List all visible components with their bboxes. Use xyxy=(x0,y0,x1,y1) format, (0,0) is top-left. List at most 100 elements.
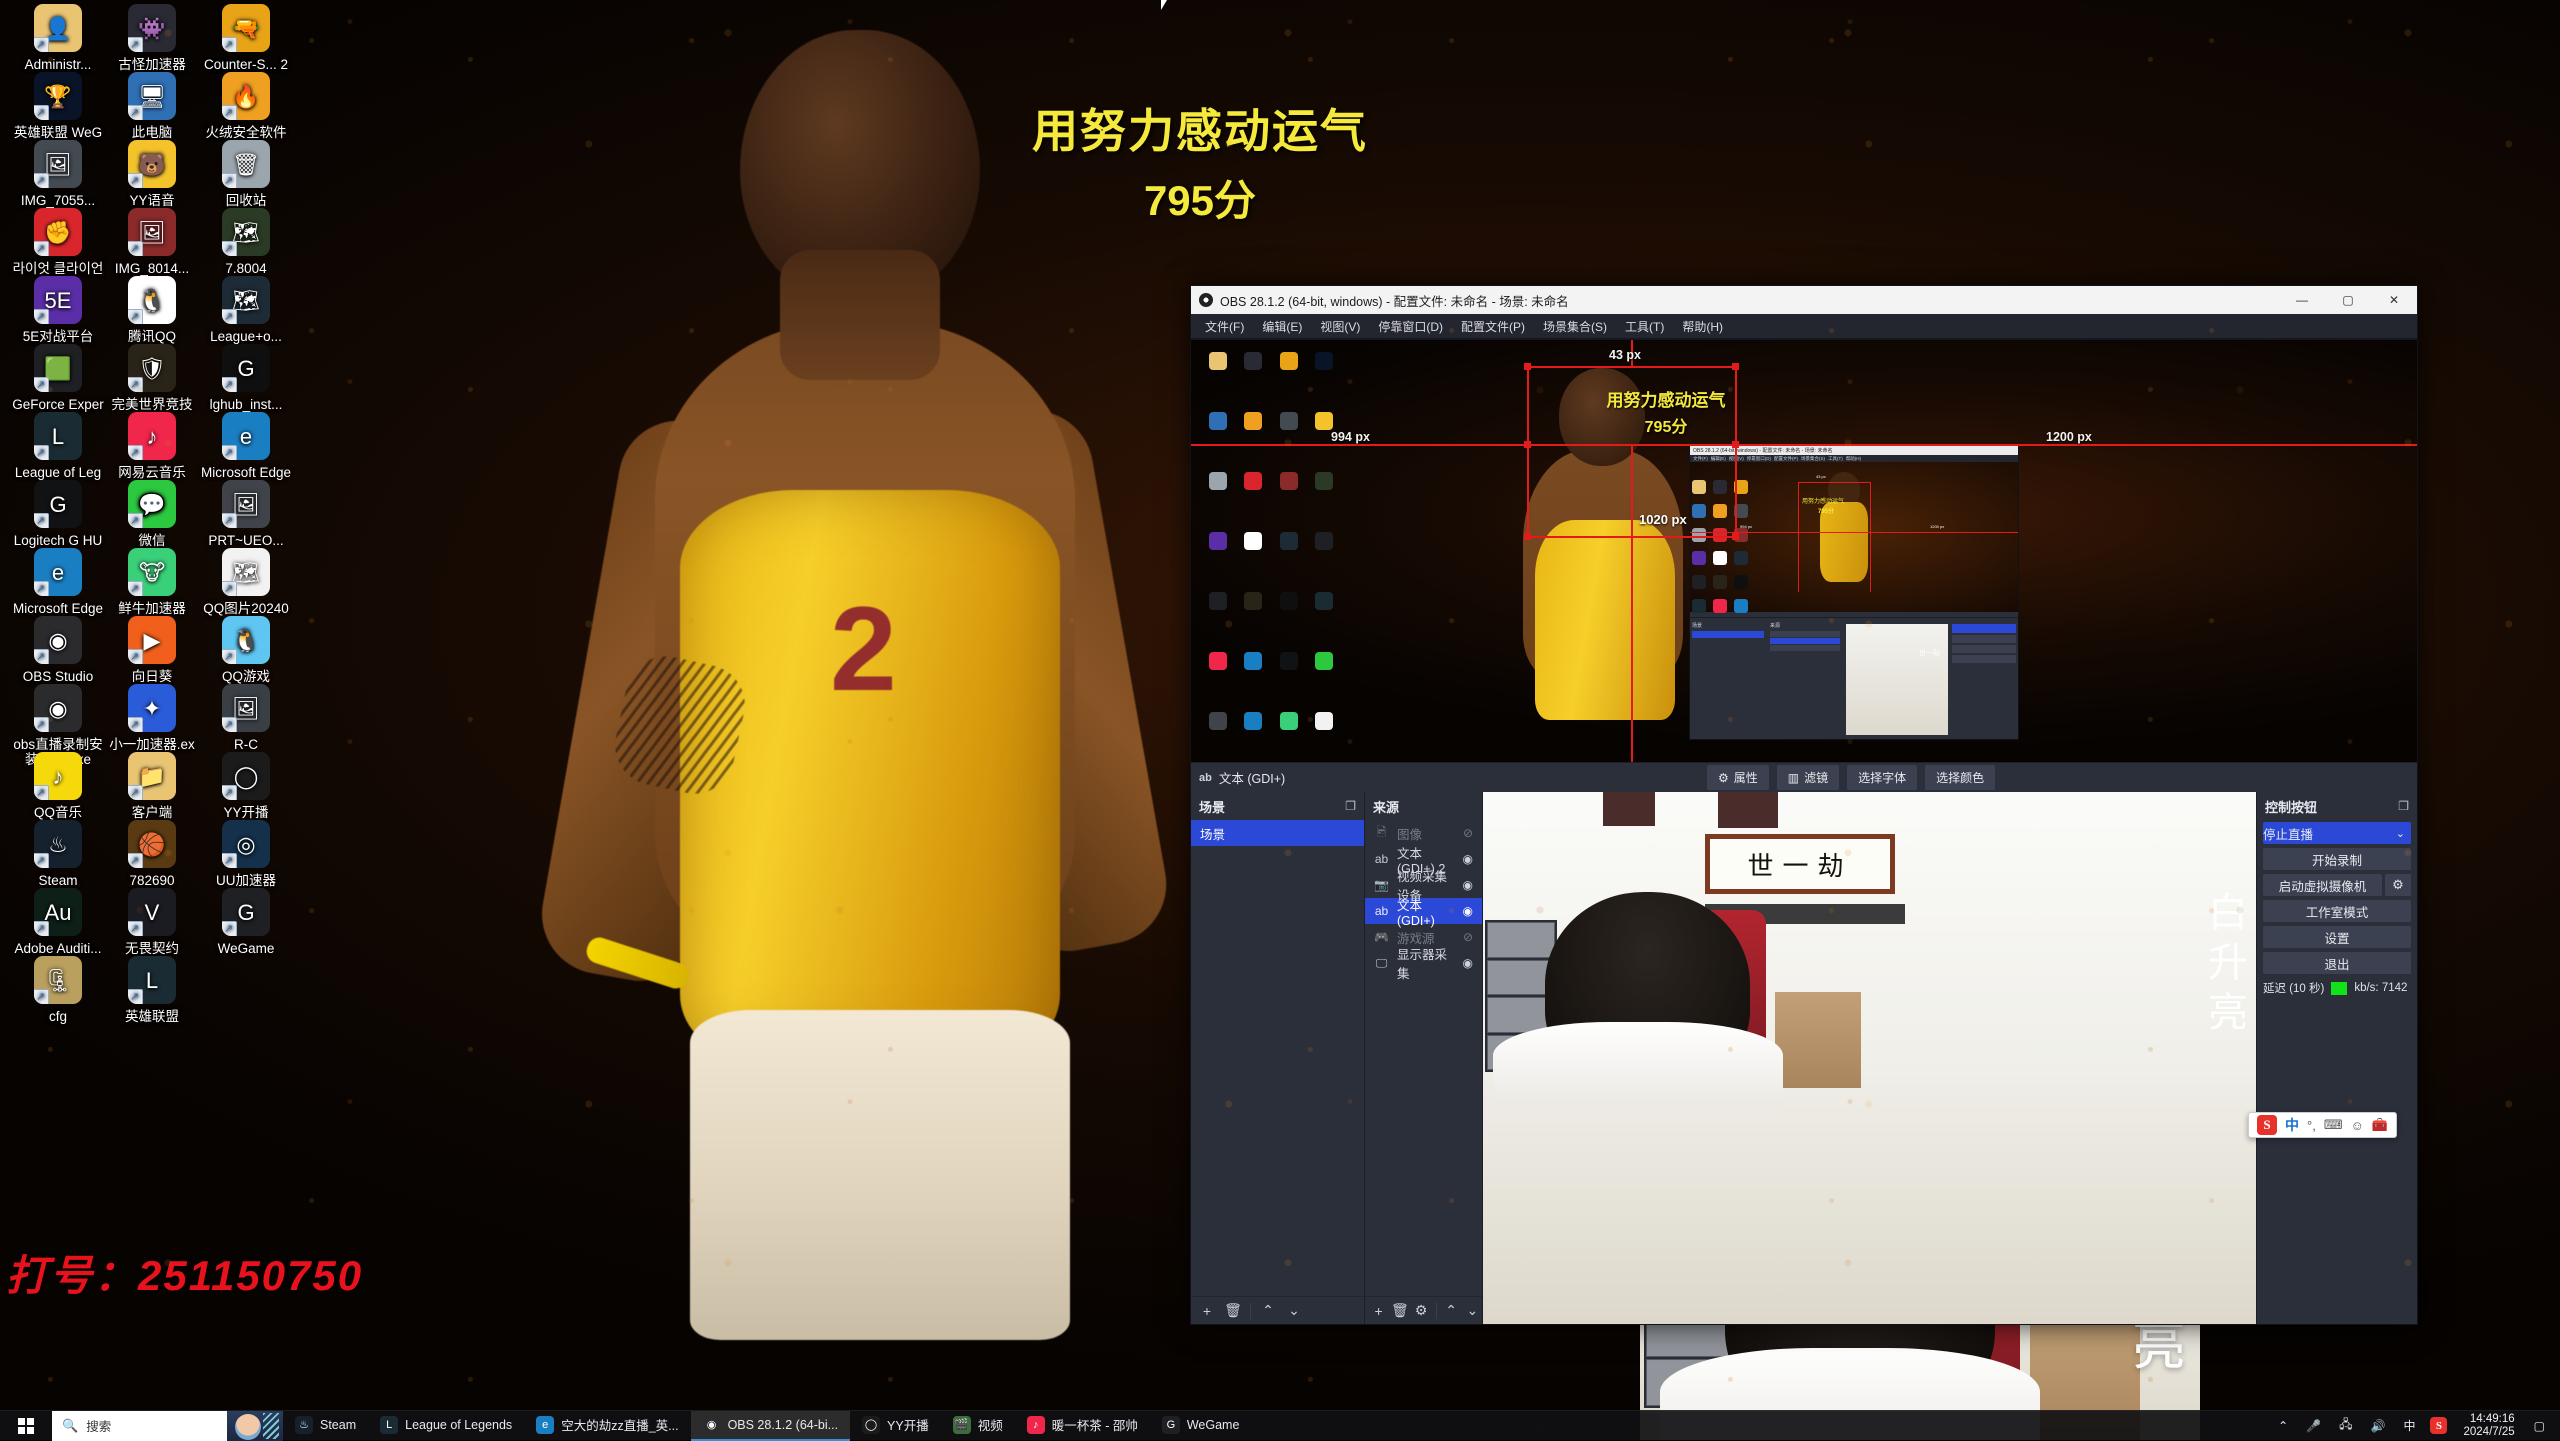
obs-menu-item-0[interactable]: 文件(F) xyxy=(1197,315,1252,338)
add-scene-button[interactable]: + xyxy=(1195,1300,1219,1322)
start-button[interactable] xyxy=(0,1411,52,1441)
ime-punctuation-icon[interactable]: °, xyxy=(2307,1118,2316,1133)
desktop-icon-uu-accelerator[interactable]: ◎↗UU加速器 xyxy=(200,820,292,888)
desktop-icon-img-8014[interactable]: 🖼↗IMG_8014... xyxy=(106,208,198,276)
exit-button[interactable]: 退出 xyxy=(2263,952,2411,974)
ime-tray-mode-icon[interactable]: 中 xyxy=(2394,1417,2424,1434)
taskbar-steam[interactable]: ♨Steam xyxy=(283,1411,368,1441)
desktop-icon-this-pc[interactable]: 🖥↗此电脑 xyxy=(106,72,198,140)
scenes-dock-footer[interactable]: + 🗑 ⌃ ⌄ xyxy=(1191,1296,1364,1324)
source-list-item[interactable]: 🖻图像⊘ xyxy=(1365,820,1482,846)
microphone-icon[interactable]: 🎤 xyxy=(2297,1419,2330,1433)
obs-title-bar[interactable]: OBS 28.1.2 (64-bit, windows) - 配置文件: 未命名… xyxy=(1191,286,2417,314)
eye-hidden-icon[interactable]: ⊘ xyxy=(1463,826,1473,840)
desktop-icon-league-plus[interactable]: 🗺↗League+o... xyxy=(200,276,292,344)
taskbar-tray[interactable]: ⌃ 🎤 🖧 🔊 中 S 14:49:16 2024/7/25 ▢ xyxy=(2269,1413,2560,1439)
taskbar-task-list[interactable]: ♨SteamLLeague of Legendse空大的劫zz直播_英...◉O… xyxy=(283,1411,1251,1441)
desktop-icon-microsoft-edge-2[interactable]: e↗Microsoft Edge xyxy=(12,548,104,616)
sources-dock-footer[interactable]: + 🗑 ⚙ ⌃ ⌄ xyxy=(1365,1296,1482,1324)
obs-menu-item-5[interactable]: 场景集合(S) xyxy=(1535,315,1615,338)
network-icon[interactable]: 🖧 xyxy=(2330,1415,2361,1436)
studio-mode-button[interactable]: 工作室模式 xyxy=(2263,900,2411,922)
obs-menu-item-3[interactable]: 停靠窗口(D) xyxy=(1370,315,1451,338)
desktop-icon-netease-cloud-music[interactable]: ♪↗网易云音乐 xyxy=(106,412,198,480)
source-list-item[interactable]: ab文本 (GDI+)◉ xyxy=(1365,898,1482,924)
taskbar-search-box[interactable]: 🔍 搜索 xyxy=(52,1411,227,1441)
select-color-button[interactable]: 选择颜色 xyxy=(1925,765,1995,790)
stop-stream-button[interactable]: 停止直播 ⌄ xyxy=(2263,822,2411,844)
float-controls-icon[interactable]: ❐ xyxy=(2398,799,2409,813)
taskbar-wegame[interactable]: GWeGame xyxy=(1150,1411,1252,1441)
desktop-icon-qq-games[interactable]: 🐧↗QQ游戏 xyxy=(200,616,292,684)
source-list-item[interactable]: 📷视频采集设备◉ xyxy=(1365,872,1482,898)
desktop-icon-logitech-g-hub[interactable]: G↗Logitech G HUB xyxy=(12,480,104,563)
obs-studio-window[interactable]: OBS 28.1.2 (64-bit, windows) - 配置文件: 未命名… xyxy=(1190,285,2418,1325)
desktop-icon-5e-platform[interactable]: 5E↗5E对战平台 xyxy=(12,276,104,344)
virtual-cam-settings-icon[interactable]: ⚙ xyxy=(2385,874,2411,896)
taskbar-video-folder[interactable]: 🎬视频 xyxy=(941,1411,1015,1441)
desktop-icon-administrator-folder[interactable]: 👤↗Administr... xyxy=(12,4,104,72)
taskbar-cortana-widget[interactable] xyxy=(227,1411,283,1441)
desktop-icon-adobe-audition[interactable]: Au↗Adobe Auditi... xyxy=(12,888,104,956)
close-button[interactable]: ✕ xyxy=(2371,286,2417,314)
desktop-icon-folder-782690[interactable]: 🏀↗782690 xyxy=(106,820,198,888)
obs-menu-bar[interactable]: 文件(F)编辑(E)视图(V)停靠窗口(D)配置文件(P)场景集合(S)工具(T… xyxy=(1191,314,2417,338)
remove-scene-button[interactable]: 🗑 xyxy=(1221,1300,1245,1322)
desktop-icon-lol-wegame[interactable]: 🏆↗英雄联盟 WeGame版 xyxy=(12,72,104,155)
desktop-icon-valorant[interactable]: V↗无畏契约 xyxy=(106,888,198,956)
desktop-icon-qq-image-20240624[interactable]: 🗺↗QQ图片20240624... xyxy=(200,548,292,631)
scene-list-item[interactable]: 场景 xyxy=(1191,820,1364,846)
taskbar-obs[interactable]: ◉OBS 28.1.2 (64-bi... xyxy=(691,1411,850,1441)
taskbar-netease-music[interactable]: ♪暖一杯茶 - 邵帅 xyxy=(1015,1411,1150,1441)
obs-menu-item-4[interactable]: 配置文件(P) xyxy=(1453,315,1533,338)
taskbar-lol[interactable]: LLeague of Legends xyxy=(368,1411,524,1441)
add-source-button[interactable]: + xyxy=(1369,1300,1388,1322)
sogou-tray-icon[interactable]: S xyxy=(2430,1417,2447,1434)
source-list-item[interactable]: 🎮游戏源⊘ xyxy=(1365,924,1482,950)
source-list-item[interactable]: ab文本 (GDI+) 2◉ xyxy=(1365,846,1482,872)
desktop-icon-tencent-qq[interactable]: 🐧↗腾讯QQ xyxy=(106,276,198,344)
desktop-icon-wegame[interactable]: G↗WeGame xyxy=(200,888,292,956)
desktop-background[interactable]: 2 👤↗Administr...👾↗古怪加速器🔫↗Counter-S... 2🏆… xyxy=(0,0,2560,1440)
obs-source-toolbar[interactable]: ab 文本 (GDI+) ⚙ 属性 ▥ 滤镜 选择字体 选择颜色 xyxy=(1191,762,2417,792)
move-scene-down-button[interactable]: ⌄ xyxy=(1282,1300,1306,1322)
ime-toolbox-icon[interactable]: 🧰 xyxy=(2372,1117,2388,1133)
obs-menu-item-7[interactable]: 帮助(H) xyxy=(1674,315,1731,338)
windows-taskbar[interactable]: 🔍 搜索 ♨SteamLLeague of Legendse空大的劫zz直播_英… xyxy=(0,1410,2560,1440)
select-font-button[interactable]: 选择字体 xyxy=(1847,765,1917,790)
desktop-icon-obs-installer-exe[interactable]: ◉↗obs直播录制安装程序.exe xyxy=(12,684,104,767)
ime-mode-label[interactable]: 中 xyxy=(2285,1115,2299,1135)
remove-source-button[interactable]: 🗑 xyxy=(1390,1300,1409,1322)
move-source-down-button[interactable]: ⌄ xyxy=(1463,1300,1482,1322)
obs-menu-item-6[interactable]: 工具(T) xyxy=(1617,315,1672,338)
desktop-icon-prt-ueo-image[interactable]: 🖼↗PRT~UEO... xyxy=(200,480,292,548)
scene-list[interactable]: 场景 xyxy=(1191,820,1364,1296)
desktop-icon-yy-broadcast[interactable]: ◯↗YY开播 xyxy=(200,752,292,820)
desktop-icon-obs-studio[interactable]: ◉↗OBS Studio xyxy=(12,616,104,684)
settings-button[interactable]: 设置 xyxy=(2263,926,2411,948)
obs-menu-item-1[interactable]: 编辑(E) xyxy=(1254,315,1310,338)
eye-visible-icon[interactable]: ◉ xyxy=(1463,852,1473,866)
float-dock-icon[interactable]: ❐ xyxy=(1345,799,1356,813)
move-source-up-button[interactable]: ⌃ xyxy=(1442,1300,1461,1322)
start-virtual-cam-button[interactable]: 启动虚拟摄像机 xyxy=(2263,874,2382,896)
filters-button[interactable]: ▥ 滤镜 xyxy=(1777,765,1839,790)
sogou-ime-bar[interactable]: S 中 °, ⌨ ☺ 🧰 xyxy=(2248,1112,2397,1138)
desktop-icon-lol-cn[interactable]: L↗英雄联盟 xyxy=(106,956,198,1024)
source-properties-button[interactable]: ⚙ xyxy=(1411,1300,1430,1322)
obs-preview-canvas[interactable]: OBS 28.1.2 (64-bit, windows) - 配置文件: 未命名… xyxy=(1191,338,2417,762)
desktop-icon-r-c-image[interactable]: 🖼↗R-C xyxy=(200,684,292,752)
obs-menu-item-2[interactable]: 视图(V) xyxy=(1312,315,1368,338)
taskbar-edge-stream[interactable]: e空大的劫zz直播_英... xyxy=(524,1411,690,1441)
desktop-icon-counter-strike-2[interactable]: 🔫↗Counter-S... 2 xyxy=(200,4,292,72)
desktop-icon-geforce-experience[interactable]: 🟩↗GeForce Experience xyxy=(12,344,104,427)
source-list[interactable]: 🖻图像⊘ab文本 (GDI+) 2◉📷视频采集设备◉ab文本 (GDI+)◉🎮游… xyxy=(1365,820,1482,1296)
desktop-icon-yy-voice[interactable]: 🐻↗YY语音 xyxy=(106,140,198,208)
maximize-button[interactable]: ▢ xyxy=(2325,286,2371,314)
volume-icon[interactable]: 🔊 xyxy=(2362,1419,2395,1433)
ime-emoji-icon[interactable]: ☺ xyxy=(2351,1118,2364,1133)
desktop-icon-folder-7-8004[interactable]: 🗺↗7.8004 xyxy=(200,208,292,276)
action-center-icon[interactable]: ▢ xyxy=(2525,1419,2554,1433)
desktop-icon-microsoft-edge-1[interactable]: e↗Microsoft Edge xyxy=(200,412,292,480)
desktop-icon-lghub-installer[interactable]: G↗lghub_inst... xyxy=(200,344,292,412)
